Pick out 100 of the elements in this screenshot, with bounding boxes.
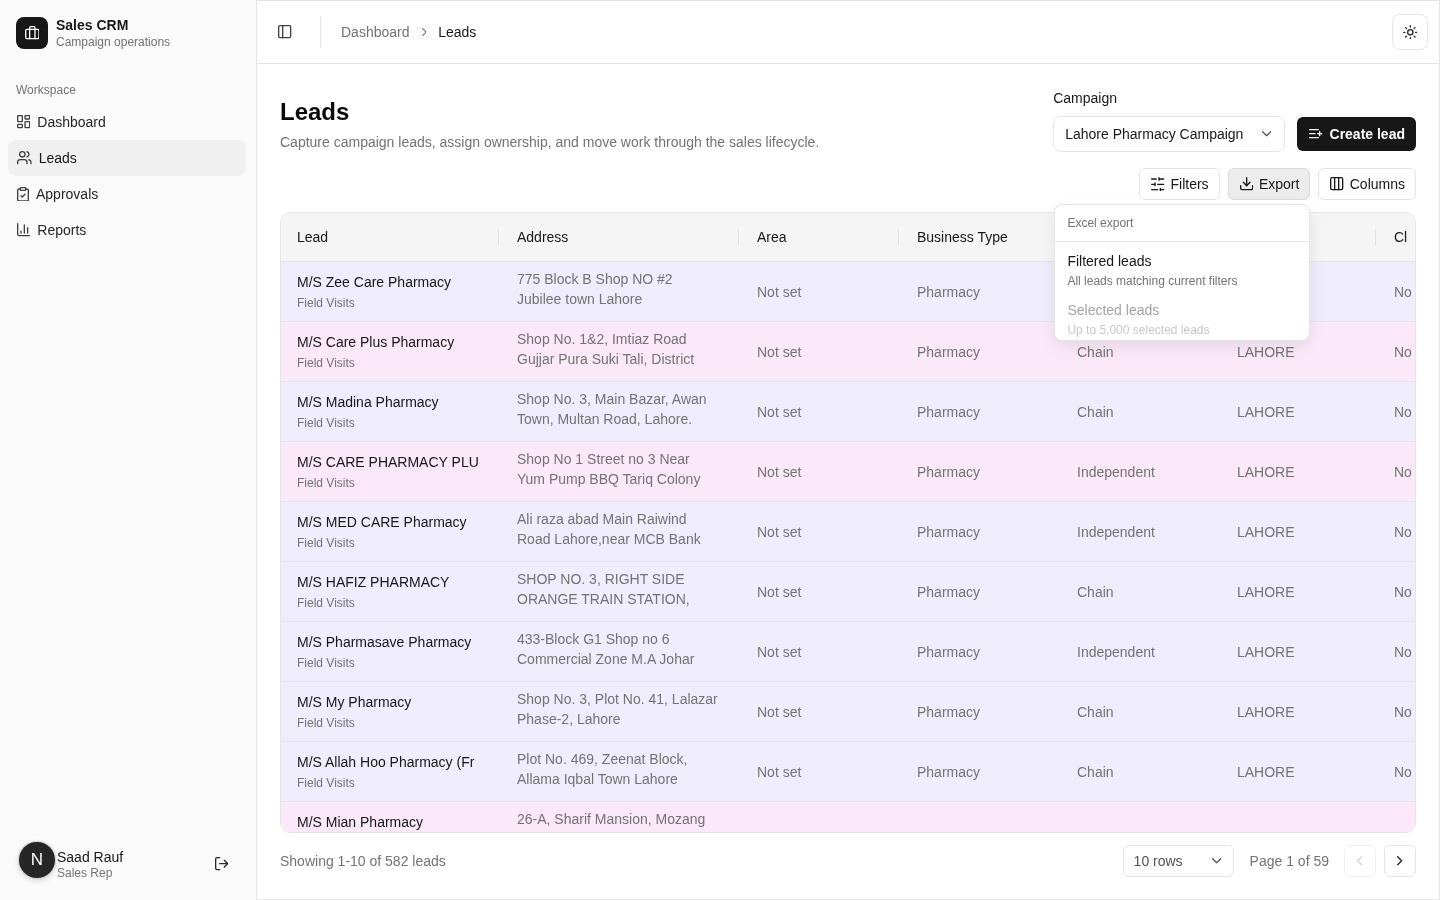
page-title: Leads — [280, 97, 351, 127]
chevron-down-icon — [1212, 858, 1222, 864]
cell-text: Independent — [1077, 643, 1155, 660]
cell-text: LAHORE — [1237, 583, 1295, 600]
cell-text: Pharmacy — [917, 403, 981, 420]
lead-name: M/S HAFIZ PHARMACY — [297, 573, 450, 591]
address-text: Shop No. 3, Plot No. 41, Lalazar Phase-2, Lahore — [517, 690, 718, 729]
campaign-select[interactable]: Lahore Pharmacy Campaign — [1053, 116, 1286, 152]
cell-text: Not set — [757, 343, 802, 360]
address-text: Shop No. 1&2, Imtiaz Road Gujjar Pura Suki Tali, District — [517, 330, 695, 369]
cell-text: Chain — [1077, 403, 1114, 420]
lead-subtitle: Field Visits — [297, 595, 355, 611]
logout-icon — [214, 857, 228, 871]
cell-text: Pharmacy — [917, 583, 981, 600]
bar-chart-icon — [17, 223, 31, 237]
cell-text: No — [1394, 583, 1412, 600]
cell-text: Pharmacy — [917, 703, 981, 720]
column-header: Area — [757, 229, 787, 245]
user-avatar: N — [19, 842, 55, 878]
sidebar-item[interactable]: Leads — [8, 140, 246, 176]
address-text: 433-Block G1 Shop no 6 Commercial Zone M.A Johar — [517, 630, 695, 669]
cell-text: Pharmacy — [917, 643, 981, 660]
address-text: SHOP NO. 3, RIGHT SIDE ORANGE TRAIN STATION, — [517, 570, 690, 609]
sidebar-item[interactable]: Approvals — [8, 176, 246, 212]
lead-name: M/S Allah Hoo Pharmacy (Fr — [297, 753, 475, 771]
sliders-icon — [1151, 176, 1165, 192]
lead-name: M/S Pharmasave Pharmacy — [297, 633, 472, 651]
lead-subtitle: Field Visits — [297, 655, 355, 671]
breadcrumb-link[interactable]: Dashboard — [341, 24, 410, 40]
toolbar-button[interactable]: Export — [1227, 168, 1311, 200]
toolbar-button[interactable]: Filters — [1139, 168, 1220, 200]
cell-text: Chain — [1077, 343, 1114, 360]
lead-subtitle: Field Visits — [297, 415, 355, 431]
cell-text: Not set — [757, 403, 802, 420]
lead-name: M/S MED CARE Pharmacy — [297, 513, 467, 531]
chevron-left-icon — [1357, 856, 1363, 866]
lead-subtitle: Field Visits — [297, 295, 355, 311]
address-text: Shop No. 3, Main Bazar, Awan Town, Multan Road, Lahore. — [517, 390, 707, 429]
cell-text: Not set — [757, 703, 802, 720]
cell-text: No — [1394, 283, 1412, 300]
create-lead-button[interactable]: Create lead — [1297, 117, 1416, 151]
lead-name: M/S Zee Care Pharmacy — [297, 273, 452, 291]
cell-text: LAHORE — [1237, 523, 1295, 540]
column-header: Business Type — [917, 229, 1008, 245]
lead-subtitle: Field Visits — [297, 475, 355, 491]
theme-toggle-button[interactable] — [1392, 14, 1428, 50]
cell-text: Not set — [757, 523, 802, 540]
lead-name: M/S My Pharmacy — [297, 693, 412, 711]
rows-per-page-select[interactable]: 10 rows — [1122, 845, 1234, 877]
cell-text: Independent — [1077, 463, 1155, 480]
cell-text: LAHORE — [1237, 763, 1295, 780]
cell-text: LAHORE — [1237, 343, 1295, 360]
sidebar-item[interactable]: Dashboard — [8, 104, 246, 140]
cell-text: No — [1394, 343, 1412, 360]
sun-icon — [1402, 24, 1418, 40]
cell-text: Pharmacy — [917, 343, 981, 360]
cell-text: LAHORE — [1237, 403, 1295, 420]
cell-text: LAHORE — [1237, 703, 1295, 720]
cell-text: Pharmacy — [917, 283, 981, 300]
cell-text: Chain — [1077, 703, 1114, 720]
cell-text: No — [1394, 463, 1412, 480]
page-subtitle: Capture campaign leads, assign ownership, and move work through the sales lifecycle. — [280, 133, 820, 152]
cell-text: No — [1394, 523, 1412, 540]
lead-subtitle: Field Visits — [297, 775, 355, 791]
menu-title: Excel export — [1066, 215, 1135, 232]
cell-text: Chain — [1077, 583, 1114, 600]
cell-text: Chain — [1077, 763, 1114, 780]
cell-text: LAHORE — [1237, 643, 1295, 660]
sidebar-panel-icon — [278, 25, 292, 39]
address-text: 775 Block B Shop NO #2 Jubilee town Lahore — [517, 270, 673, 309]
menu-item[interactable]: Filtered leads All leads matching current filters — [1055, 242, 1310, 291]
cell-text: Not set — [757, 283, 802, 300]
campaign-label: Campaign — [1053, 89, 1118, 108]
toolbar-button[interactable]: Columns — [1318, 168, 1416, 200]
cell-text: Pharmacy — [917, 463, 981, 480]
lead-name: M/S Mian Pharmacy — [297, 813, 424, 831]
lead-subtitle: Field Visits — [297, 715, 355, 731]
briefcase-icon — [16, 17, 48, 49]
address-text: Plot No. 469, Zeenat Block, Allama Iqbal Town Lahore — [517, 750, 688, 789]
cell-text: Pharmacy — [917, 523, 981, 540]
chevron-right-icon — [1397, 856, 1403, 866]
columns-icon — [1330, 177, 1344, 191]
users-icon — [17, 151, 32, 165]
download-icon — [1239, 177, 1253, 191]
address-text: Ali raza abad Main Raiwind Road Lahore,near MCB Bank — [517, 510, 701, 549]
lead-subtitle: Field Visits — [297, 355, 355, 371]
column-header: Address — [517, 229, 569, 245]
breadcrumb-current: Leads — [438, 24, 477, 40]
sidebar-item[interactable]: Reports — [8, 212, 246, 248]
brand-title: Sales CRM — [56, 16, 130, 34]
lead-name: M/S Madina Pharmacy — [297, 393, 439, 411]
cell-text: Independent — [1077, 523, 1155, 540]
lead-name: M/S CARE PHARMACY PLU — [297, 453, 479, 471]
chevron-right-icon — [421, 27, 427, 37]
section-label: Workspace — [15, 82, 77, 98]
cell-text: Not set — [757, 763, 802, 780]
cell-text: No — [1394, 763, 1412, 780]
dashboard-grid-icon — [17, 115, 31, 129]
cell-text: Not set — [757, 463, 802, 480]
address-text: Shop No 1 Street no 3 Near Yum Pump BBQ Tariq Colony — [517, 450, 701, 489]
